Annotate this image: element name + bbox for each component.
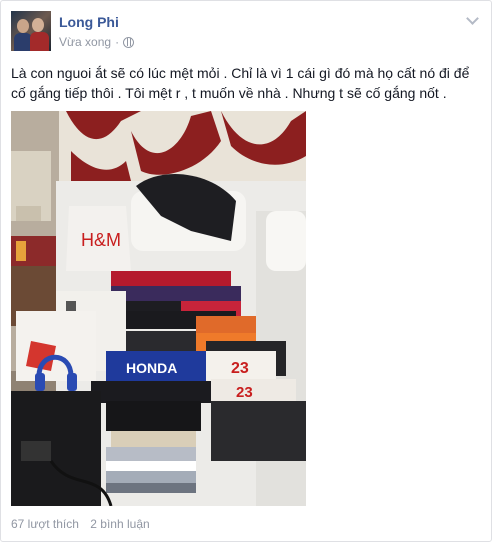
likes-count[interactable]: 67 lượt thích xyxy=(11,517,79,531)
post-meta: Vừa xong · xyxy=(59,35,135,49)
author-name[interactable]: Long Phi xyxy=(59,14,119,30)
post-header: Long Phi Vừa xong · xyxy=(11,11,481,55)
post-text: Là con nguoi ắt sẽ có lúc mệt mỏi . Chỉ … xyxy=(11,65,470,101)
post-photo[interactable]: H&M HONDA 23 23 xyxy=(11,111,306,506)
bag-label: H&M xyxy=(81,230,121,250)
post-footer: 67 lượt thích 2 bình luận xyxy=(11,517,150,531)
shirt-text-3: 23 xyxy=(236,384,253,401)
comments-count[interactable]: 2 bình luận xyxy=(90,517,149,531)
post-card: Long Phi Vừa xong · Là con nguoi ắt sẽ c… xyxy=(0,0,492,542)
meta-separator: · xyxy=(115,35,120,49)
shirt-text-2: 23 xyxy=(231,360,249,377)
photo-of-clothes-on-bed-icon: H&M HONDA 23 23 xyxy=(11,111,306,506)
chevron-down-icon[interactable] xyxy=(465,13,481,29)
avatar[interactable] xyxy=(11,11,51,51)
post-time[interactable]: Vừa xong xyxy=(59,35,111,49)
shirt-text-1: HONDA xyxy=(126,360,177,376)
globe-icon[interactable] xyxy=(123,36,135,48)
